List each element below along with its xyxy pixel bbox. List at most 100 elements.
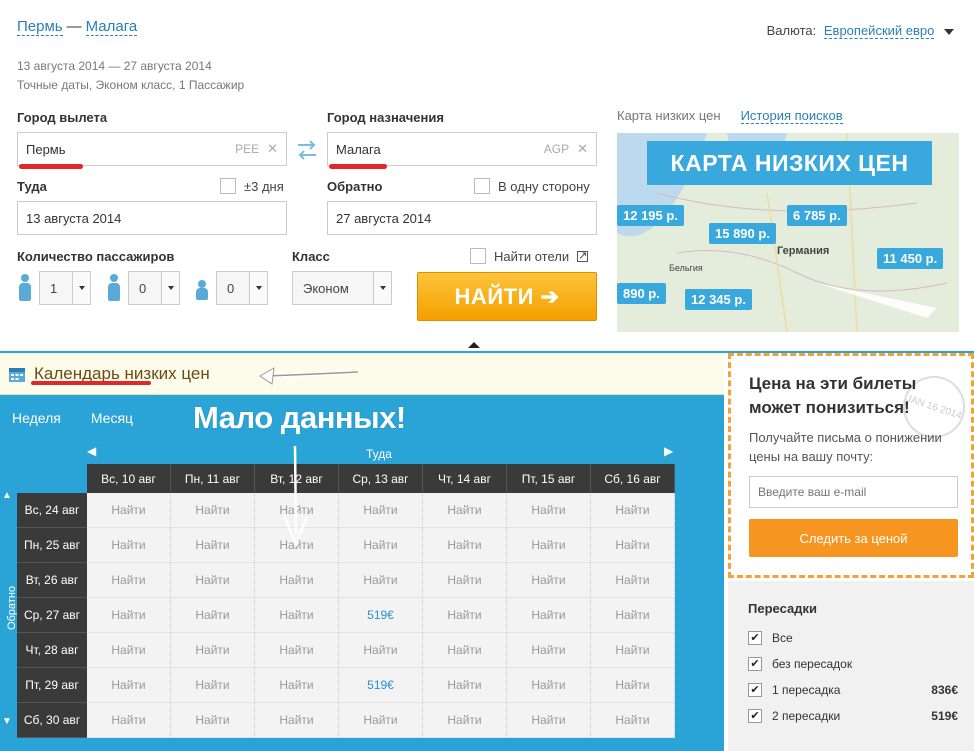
clear-to-icon[interactable]: ✕ (577, 141, 588, 157)
checkbox-checked-icon[interactable]: ✔ (748, 631, 762, 645)
calendar-find-cell[interactable]: Найти (423, 563, 507, 598)
chevron-down-icon[interactable] (373, 272, 391, 304)
price-map[interactable]: КАРТА НИЗКИХ ЦЕН 12 195 р. 6 785 р. 15 8… (617, 133, 959, 332)
to-field[interactable]: Малага AGP ✕ (327, 132, 597, 166)
email-field[interactable] (749, 476, 958, 508)
calendar-find-cell[interactable]: Найти (87, 633, 171, 668)
calendar-find-cell[interactable]: Найти (339, 528, 423, 563)
return-date-input[interactable]: 27 августа 2014 (327, 201, 597, 235)
hotels-checkbox[interactable]: Найти отели ↗ (470, 248, 589, 264)
chevron-down-icon[interactable] (944, 28, 954, 35)
calendar-find-cell[interactable]: Найти (339, 493, 423, 528)
calendar-find-cell[interactable]: Найти (255, 633, 339, 668)
swap-icon[interactable] (296, 138, 318, 162)
calendar-find-cell[interactable]: Найти (255, 598, 339, 633)
calendar-price-cell[interactable]: 519€ (339, 598, 423, 633)
calendar-find-cell[interactable]: Найти (255, 563, 339, 598)
oneway-checkbox[interactable]: В одну сторону (474, 178, 590, 194)
tab-week[interactable]: Неделя (12, 410, 61, 426)
chevron-down-icon[interactable] (161, 272, 179, 304)
checkbox-icon[interactable] (220, 178, 236, 194)
calendar-find-cell[interactable]: Найти (339, 633, 423, 668)
map-price-tag[interactable]: 6 785 р. (787, 205, 847, 226)
calendar-find-cell[interactable]: Найти (87, 703, 171, 738)
stops-option[interactable]: ✔ без пересадок (748, 657, 958, 671)
calendar-find-cell[interactable]: Найти (507, 598, 591, 633)
calendar-find-cell[interactable]: Найти (87, 668, 171, 703)
calendar-find-cell[interactable]: Найти (87, 598, 171, 633)
calendar-find-cell[interactable]: Найти (87, 563, 171, 598)
checkbox-checked-icon[interactable]: ✔ (748, 709, 762, 723)
clear-from-icon[interactable]: ✕ (267, 141, 278, 157)
currency-selector[interactable]: Валюта: Европейский евро (767, 23, 954, 39)
map-price-tag[interactable]: 890 р. (617, 283, 666, 304)
external-link-icon[interactable]: ↗ (577, 250, 589, 262)
tab-history[interactable]: История поисков (740, 108, 843, 124)
stops-option[interactable]: ✔ 2 пересадки 519€ (748, 709, 958, 723)
calendar-find-cell[interactable]: Найти (507, 563, 591, 598)
calendar-find-cell[interactable]: Найти (339, 563, 423, 598)
calendar-find-cell[interactable]: Найти (87, 493, 171, 528)
from-field[interactable]: Пермь PEE ✕ (17, 132, 287, 166)
calendar-find-cell[interactable]: Найти (339, 703, 423, 738)
tab-month[interactable]: Месяц (91, 410, 133, 426)
calendar-find-cell[interactable]: Найти (171, 563, 255, 598)
checkbox-checked-icon[interactable]: ✔ (748, 683, 762, 697)
checkbox-checked-icon[interactable]: ✔ (748, 657, 762, 671)
children-stepper[interactable]: 0 (106, 271, 180, 305)
map-price-tag[interactable]: 11 450 р. (877, 248, 944, 269)
calendar-find-cell[interactable]: Найти (171, 703, 255, 738)
calendar-find-cell[interactable]: Найти (591, 563, 675, 598)
prev-arrow-icon[interactable]: ◀ (87, 444, 96, 458)
search-button[interactable]: НАЙТИ ➔ (417, 272, 597, 321)
calendar-find-cell[interactable]: Найти (423, 493, 507, 528)
calendar-find-cell[interactable]: Найти (171, 528, 255, 563)
chevron-down-icon[interactable] (72, 272, 90, 304)
down-arrow-icon[interactable]: ▼ (2, 716, 12, 727)
calendar-find-cell[interactable]: Найти (591, 703, 675, 738)
calendar-find-cell[interactable]: Найти (591, 528, 675, 563)
calendar-find-cell[interactable]: Найти (171, 493, 255, 528)
calendar-find-cell[interactable]: Найти (591, 493, 675, 528)
next-arrow-icon[interactable]: ▶ (664, 444, 673, 458)
calendar-find-cell[interactable]: Найти (507, 633, 591, 668)
tab-map[interactable]: Карта низких цен (617, 108, 721, 123)
calendar-find-cell[interactable]: Найти (87, 528, 171, 563)
class-select[interactable]: Эконом (292, 271, 392, 305)
map-price-tag[interactable]: 12 345 р. (685, 289, 752, 310)
flex-dates-checkbox[interactable]: ±3 дня (220, 178, 284, 194)
track-price-button[interactable]: Следить за ценой (749, 519, 958, 557)
stops-option[interactable]: ✔ Все (748, 631, 958, 645)
calendar-find-cell[interactable]: Найти (591, 598, 675, 633)
stops-option[interactable]: ✔ 1 пересадка 836€ (748, 683, 958, 697)
calendar-find-cell[interactable]: Найти (591, 668, 675, 703)
calendar-find-cell[interactable]: Найти (507, 703, 591, 738)
children-select[interactable]: 0 (128, 271, 180, 305)
depart-date-input[interactable]: 13 августа 2014 (17, 201, 287, 235)
calendar-find-cell[interactable]: Найти (171, 633, 255, 668)
calendar-find-cell[interactable]: Найти (171, 668, 255, 703)
calendar-find-cell[interactable]: Найти (423, 598, 507, 633)
calendar-price-cell[interactable]: 519€ (339, 668, 423, 703)
calendar-find-cell[interactable]: Найти (423, 703, 507, 738)
adults-select[interactable]: 1 (39, 271, 91, 305)
calendar-find-cell[interactable]: Найти (507, 528, 591, 563)
route-from-link[interactable]: Пермь (17, 18, 63, 36)
infants-select[interactable]: 0 (216, 271, 268, 305)
calendar-find-cell[interactable]: Найти (423, 528, 507, 563)
calendar-find-cell[interactable]: Найти (255, 668, 339, 703)
checkbox-icon[interactable] (474, 178, 490, 194)
currency-value[interactable]: Европейский евро (823, 23, 935, 39)
infants-stepper[interactable]: 0 (194, 271, 268, 305)
calendar-find-cell[interactable]: Найти (507, 668, 591, 703)
calendar-find-cell[interactable]: Найти (423, 668, 507, 703)
calendar-find-cell[interactable]: Найти (507, 493, 591, 528)
adults-stepper[interactable]: 1 (17, 271, 91, 305)
map-price-tag[interactable]: 12 195 р. (617, 205, 684, 226)
up-arrow-icon[interactable]: ▲ (2, 490, 12, 501)
calendar-find-cell[interactable]: Найти (171, 598, 255, 633)
calendar-find-cell[interactable]: Найти (591, 633, 675, 668)
chevron-down-icon[interactable] (249, 272, 267, 304)
calendar-find-cell[interactable]: Найти (255, 703, 339, 738)
route-to-link[interactable]: Малага (85, 18, 138, 36)
